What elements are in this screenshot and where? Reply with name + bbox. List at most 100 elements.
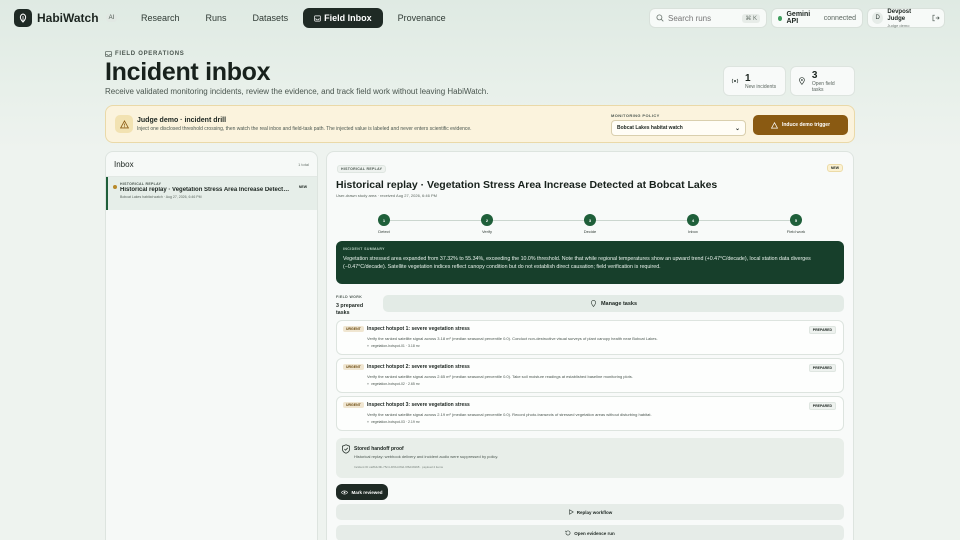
map-pin-icon: ⌖ xyxy=(367,344,369,348)
radio-icon xyxy=(731,78,739,84)
detail-meta: User-drawn study area · received Aug 27,… xyxy=(336,193,437,198)
policy-select[interactable]: Bobcat Lakes habitat watch ⌄ xyxy=(611,120,746,136)
user-role: Judge demo xyxy=(887,22,910,28)
trigger-label: Induce demo trigger xyxy=(781,122,831,128)
warning-icon xyxy=(770,121,778,129)
nav-field-inbox[interactable]: Field Inbox xyxy=(303,8,383,28)
habiwatch-logo-icon xyxy=(14,9,32,27)
brand[interactable]: HabiWatch AI xyxy=(14,9,118,27)
summary-text: Vegetation stressed area expanded from 3… xyxy=(343,256,811,270)
detail-title: Historical replay · Vegetation Stress Ar… xyxy=(336,179,718,191)
inbox-title: Inbox xyxy=(114,159,134,169)
search-shortcut: ⌘ K xyxy=(742,13,760,23)
nav-datasets[interactable]: Datasets xyxy=(242,8,300,28)
nav-provenance[interactable]: Provenance xyxy=(387,8,457,28)
step-verify: 2 xyxy=(481,214,493,226)
play-icon xyxy=(568,509,574,515)
task-description: Verify the ranked satellite signal acros… xyxy=(367,336,658,341)
detail-eyebrow: HISTORICAL REPLAY xyxy=(337,165,387,173)
priority-badge: URGENT xyxy=(343,326,364,332)
new-badge: NEW xyxy=(298,185,307,189)
map-pin-icon xyxy=(799,77,805,85)
task-title: Inspect hotspot 1: severe vegetation str… xyxy=(367,326,470,332)
field-work-label: FIELD WORK xyxy=(336,295,363,299)
item-eyebrow: HISTORICAL REPLAY xyxy=(120,182,162,186)
policy-label: MONITORING POLICY xyxy=(611,113,660,118)
step-label: Verify xyxy=(481,229,492,234)
logout-icon[interactable] xyxy=(932,14,940,22)
manage-tasks-button[interactable]: Manage tasks xyxy=(383,295,844,312)
inbox-panel: Inbox 1 total HISTORICAL REPLAY Historic… xyxy=(105,151,318,540)
search-icon xyxy=(656,14,664,22)
list-item[interactable]: HISTORICAL REPLAY Historical replay · Ve… xyxy=(106,177,317,210)
task-title: Inspect hotspot 3: severe vegetation str… xyxy=(367,402,470,408)
api-name: Gemini API xyxy=(786,11,811,25)
priority-badge: URGENT xyxy=(343,402,364,408)
status-badge: PREPARED xyxy=(808,402,836,410)
task-card[interactable]: URGENT Inspect hotspot 2: severe vegetat… xyxy=(336,358,844,393)
warning-icon xyxy=(115,115,133,133)
stat-value: 3 xyxy=(811,69,818,81)
inbox-icon xyxy=(314,15,321,21)
app-name: HabiWatch xyxy=(37,11,99,25)
step-label: Inbox xyxy=(688,229,698,234)
step-field-work: 5 xyxy=(790,214,802,226)
avatar: D xyxy=(872,12,884,24)
stat-new-incidents: 1 New incidents xyxy=(723,66,786,96)
api-connection: connected xyxy=(823,14,856,22)
replay-workflow-button[interactable]: Replay workflow xyxy=(336,504,844,520)
open-run-label: Open evidence run xyxy=(574,530,615,536)
stat-open-tasks: 3 Open field tasks xyxy=(790,66,855,96)
eye-icon xyxy=(341,490,349,494)
task-tag: ⌖ vegetation-hotspot-03 · 2.19 m² xyxy=(367,420,420,424)
replay-label: Replay workflow xyxy=(576,509,613,515)
page-title: Incident inbox xyxy=(105,58,271,86)
inbox-header: Inbox 1 total xyxy=(106,152,317,177)
map-pin-icon: ⌖ xyxy=(367,382,369,386)
demo-banner: Judge demo · incident drill Inject one d… xyxy=(105,105,855,143)
unread-dot-icon xyxy=(113,185,117,189)
eyebrow-text: FIELD OPERATIONS xyxy=(115,51,185,57)
task-card[interactable]: URGENT Inspect hotspot 3: severe vegetat… xyxy=(336,396,844,431)
task-title: Inspect hotspot 2: severe vegetation str… xyxy=(367,364,470,370)
task-tag-text: vegetation-hotspot-01 · 3.18 m² xyxy=(370,344,420,348)
demo-description: Inject one disclosed threshold crossing,… xyxy=(137,126,472,132)
manage-label: Manage tasks xyxy=(600,300,638,307)
api-status[interactable]: Gemini API connected xyxy=(771,8,863,28)
step-detect: 1 xyxy=(378,214,390,226)
map-pin-icon xyxy=(590,300,596,307)
search-box[interactable]: ⌘ K xyxy=(649,8,767,28)
step-label: Field work xyxy=(786,229,806,234)
status-badge: PREPARED xyxy=(808,364,836,372)
priority-badge: URGENT xyxy=(343,364,364,370)
task-tag-text: vegetation-hotspot-03 · 2.19 m² xyxy=(370,420,420,424)
step-decide: 3 xyxy=(584,214,596,226)
task-tag-text: vegetation-hotspot-02 · 2.65 m² xyxy=(370,382,420,386)
open-evidence-run-button[interactable]: Open evidence run xyxy=(336,525,844,540)
nav-runs[interactable]: Runs xyxy=(195,8,238,28)
search-input[interactable] xyxy=(668,13,738,23)
stat-value: 1 xyxy=(745,72,751,84)
demo-title: Judge demo · incident drill xyxy=(137,117,227,124)
proof-title: Stored handoff proof xyxy=(354,446,404,452)
nav-research[interactable]: Research xyxy=(130,8,191,28)
policy-value: Bobcat Lakes habitat watch xyxy=(617,125,683,131)
ai-badge: AI xyxy=(105,14,118,22)
task-description: Verify the ranked satellite signal acros… xyxy=(367,374,633,379)
mark-reviewed-button[interactable]: Mark reviewed xyxy=(336,484,388,500)
page-subtitle: Receive validated monitoring incidents, … xyxy=(105,87,489,96)
proof-description: Historical replay: webhook delivery and … xyxy=(354,454,499,459)
induce-trigger-button[interactable]: Induce demo trigger xyxy=(753,115,848,135)
top-nav: HabiWatch AI Research Runs Datasets Fiel… xyxy=(0,0,960,36)
field-work-count: 3 prepared tasks xyxy=(336,303,364,316)
page-eyebrow: FIELD OPERATIONS xyxy=(105,51,184,57)
step-inbox: 4 xyxy=(687,214,699,226)
chevron-down-icon: ⌄ xyxy=(734,125,740,132)
item-meta: Bobcat Lakes habitat watch · Aug 27, 202… xyxy=(120,195,202,199)
user-menu[interactable]: D Devpost Judge Judge demo xyxy=(867,8,945,28)
task-card[interactable]: URGENT Inspect hotspot 1: severe vegetat… xyxy=(336,320,844,355)
step-label: Decide xyxy=(583,229,597,234)
inbox-icon xyxy=(105,51,112,57)
nav-field-inbox-label: Field Inbox xyxy=(324,13,372,23)
task-tag: ⌖ vegetation-hotspot-02 · 2.65 m² xyxy=(367,382,420,386)
